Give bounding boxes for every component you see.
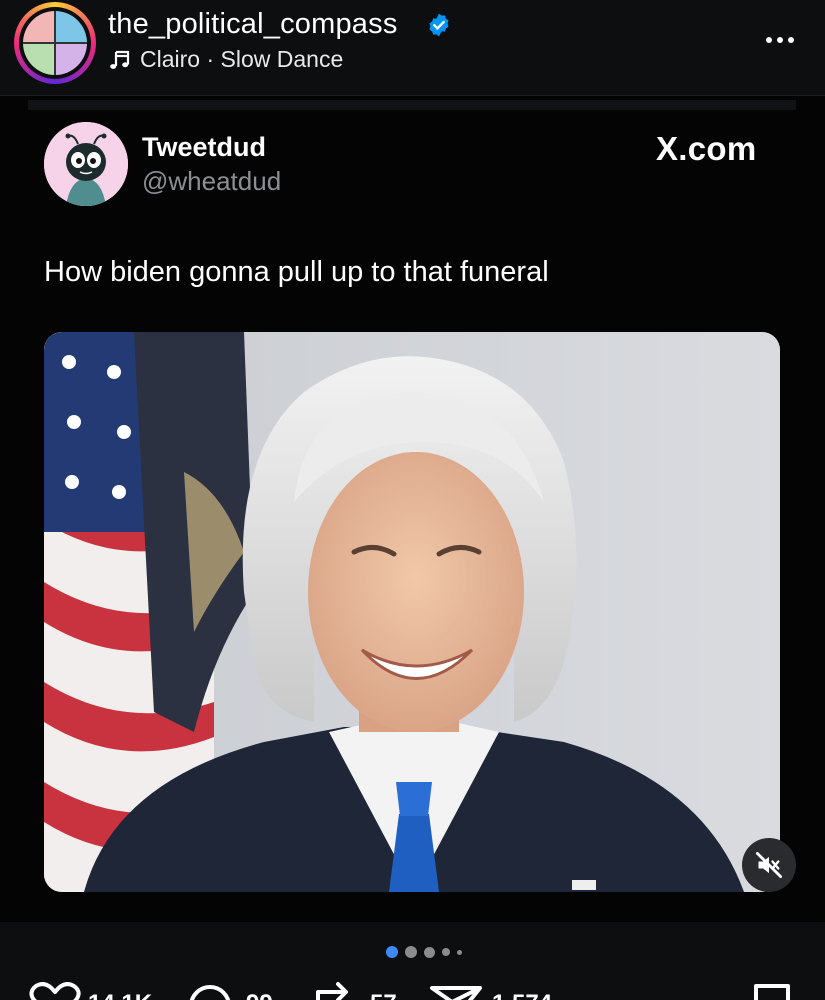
x-com-logo: X.com	[656, 130, 757, 167]
send-icon[interactable]	[428, 982, 484, 1000]
tweet-text: How biden gonna pull up to that funeral	[44, 256, 549, 288]
carousel-dot	[457, 949, 462, 955]
repost-count[interactable]: 57	[370, 990, 397, 1000]
repost-icon[interactable]	[308, 980, 356, 1000]
post-header: the_political_compass Clairo · Slow Danc…	[0, 0, 825, 96]
audio-attribution[interactable]: Clairo · Slow Dance	[108, 46, 343, 73]
heart-icon[interactable]	[28, 982, 82, 1000]
verified-badge-icon	[429, 13, 449, 37]
music-note-icon	[110, 50, 130, 69]
carousel-dot	[386, 946, 398, 958]
like-count[interactable]: 14.1K	[88, 990, 152, 1000]
tweet-author-avatar	[44, 122, 128, 206]
comment-count[interactable]: 99	[246, 990, 273, 1000]
bookmark-icon[interactable]	[750, 982, 794, 1000]
audio-artist: Clairo	[140, 46, 201, 72]
tweet-author-name: Tweetdud	[142, 132, 266, 162]
political-compass-logo	[23, 11, 87, 75]
carousel-dot	[424, 946, 435, 958]
carousel-dot	[442, 948, 450, 956]
more-options-icon[interactable]	[760, 22, 800, 58]
tweet-author-handle: @wheatdud	[142, 166, 282, 196]
tweet-photo	[44, 332, 780, 892]
share-count[interactable]: 1,574	[492, 990, 552, 1000]
audio-track: Slow Dance	[220, 46, 344, 72]
comment-icon[interactable]	[186, 982, 234, 1000]
profile-avatar[interactable]	[14, 2, 96, 84]
carousel-dot	[405, 946, 417, 958]
username[interactable]: the_political_compass	[108, 8, 398, 41]
carousel-indicator	[386, 946, 462, 958]
mute-icon[interactable]	[742, 838, 796, 892]
post-footer	[0, 922, 825, 1000]
audio-separator: ·	[200, 46, 221, 72]
